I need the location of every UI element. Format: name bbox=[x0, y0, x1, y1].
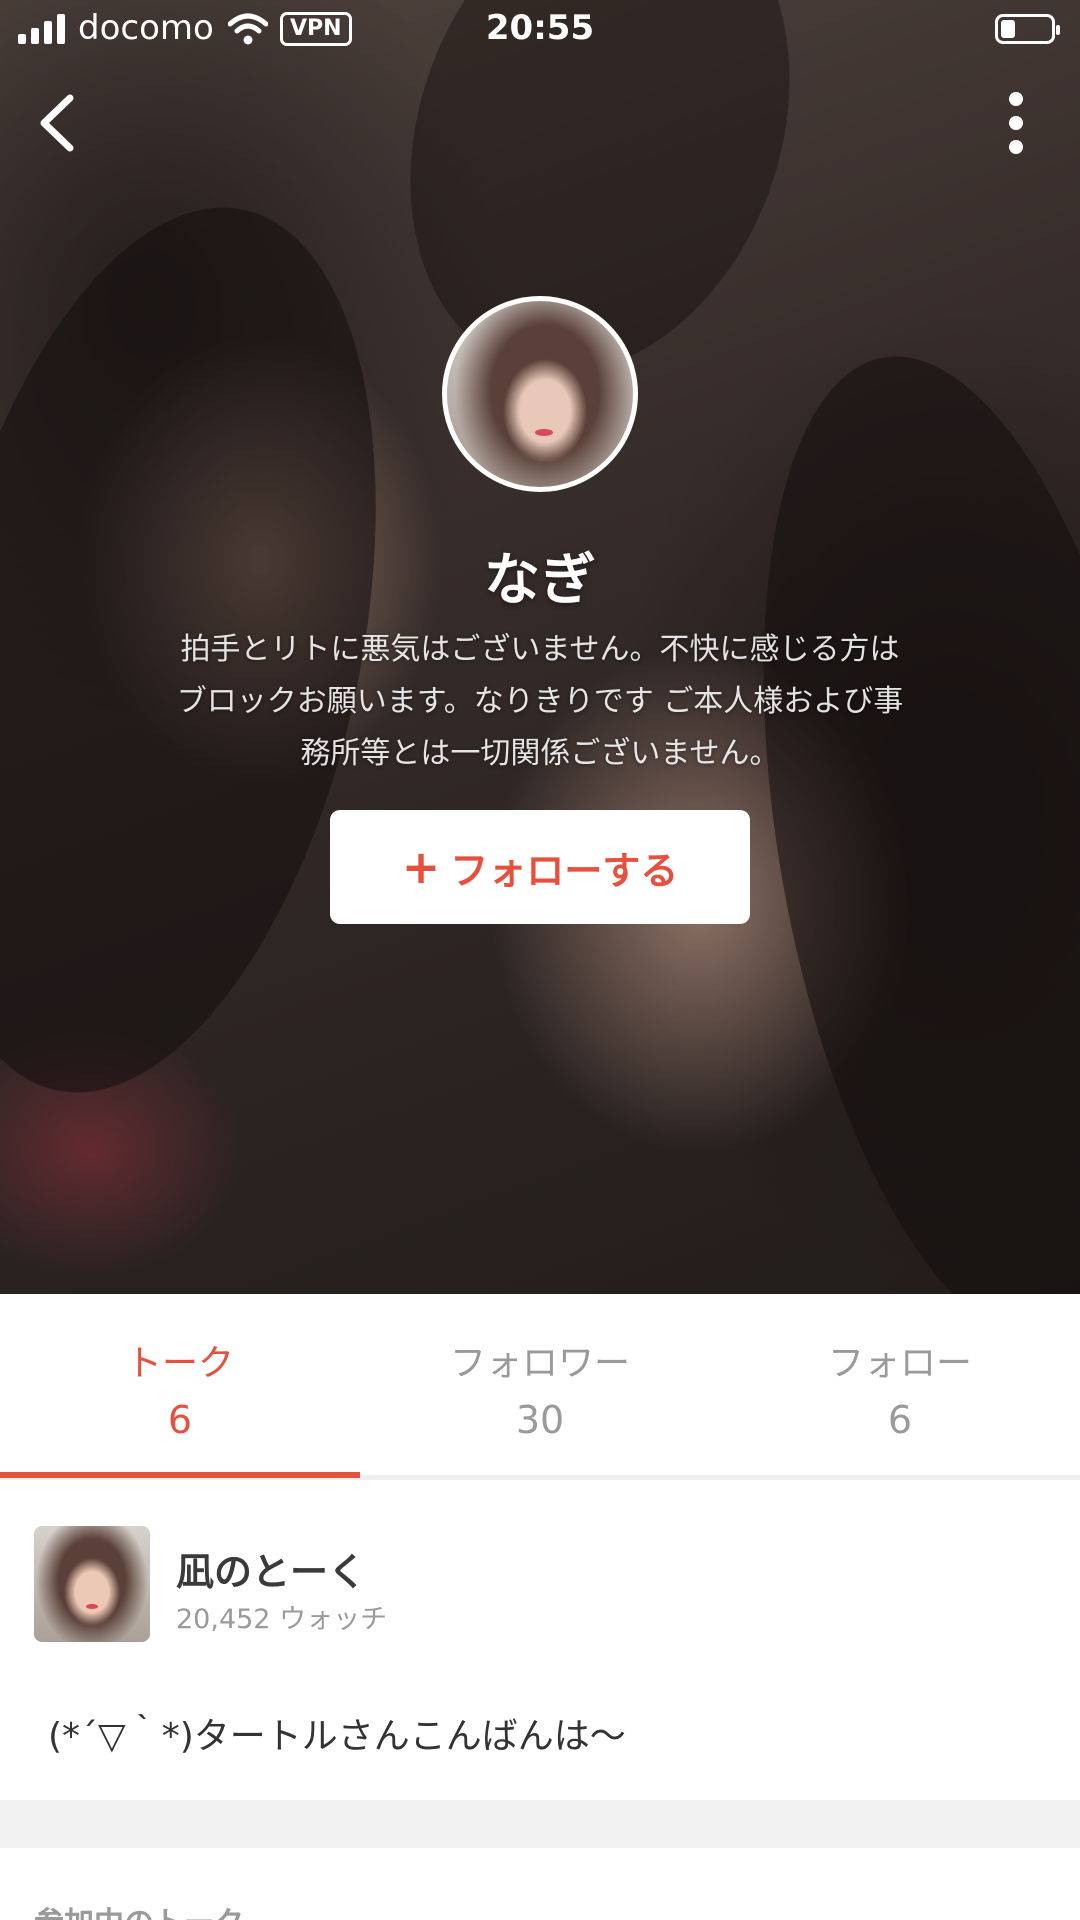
talk-thumbnail bbox=[34, 1526, 150, 1642]
tab-count: 6 bbox=[167, 1398, 193, 1442]
follow-button-label: フォローする bbox=[450, 848, 679, 893]
section-title: 参加中のトーク bbox=[34, 1898, 244, 1920]
follow-button[interactable]: + フォローする bbox=[330, 810, 750, 924]
back-chevron-icon[interactable] bbox=[28, 88, 88, 158]
profile-avatar bbox=[442, 296, 638, 492]
tab-label: フォロワー bbox=[449, 1343, 630, 1384]
tab-following[interactable]: フォロー 6 bbox=[720, 1334, 1080, 1442]
battery-icon bbox=[995, 14, 1060, 44]
bio-line: 拍手とリトに悪気はございません。不快に感じる方は bbox=[180, 632, 900, 667]
tab-talk[interactable]: トーク 6 bbox=[0, 1334, 360, 1442]
profile-screen: docomo VPN 20:55 なぎ 拍手とリトに悪気はございません。不快に感… bbox=[0, 0, 1080, 1920]
tab-followers[interactable]: フォロワー 30 bbox=[360, 1334, 720, 1442]
talk-list-item[interactable]: 凪のとーく 20,452 ウォッチ (*´▽｀*)タートルさんこんばんは〜 bbox=[0, 1485, 1080, 1800]
tab-count: 6 bbox=[887, 1398, 913, 1442]
tab-label: トーク bbox=[125, 1343, 234, 1384]
profile-bio: 拍手とリトに悪気はございません。不快に感じる方は ブロックお願います。なりきりで… bbox=[130, 624, 950, 780]
profile-name: なぎ bbox=[484, 548, 596, 613]
tab-count: 30 bbox=[515, 1398, 565, 1442]
status-bar: docomo VPN 20:55 bbox=[0, 0, 1080, 60]
active-tab-indicator bbox=[0, 1472, 360, 1478]
profile-cover-photo: docomo VPN 20:55 なぎ 拍手とリトに悪気はございません。不快に感… bbox=[0, 0, 1080, 1294]
bio-line: 務所等とは一切関係ございません。 bbox=[300, 736, 780, 771]
more-vertical-icon[interactable] bbox=[990, 88, 1042, 158]
watch-count: 20,452 bbox=[176, 1604, 271, 1635]
watch-label: ウォッチ bbox=[279, 1604, 388, 1635]
talk-title: 凪のとーく bbox=[176, 1550, 367, 1594]
plus-icon: + bbox=[401, 840, 441, 894]
profile-tabs: トーク 6 フォロワー 30 フォロー 6 bbox=[0, 1294, 1080, 1480]
tab-label: フォロー bbox=[827, 1343, 972, 1384]
talk-latest-message: (*´▽｀*)タートルさんこんばんは〜 bbox=[48, 1716, 626, 1757]
status-time: 20:55 bbox=[485, 8, 595, 48]
bio-line: ブロックお願います。なりきりです ご本人様および事 bbox=[176, 684, 904, 719]
section-divider bbox=[0, 1800, 1080, 1848]
talk-watch-count: 20,452 ウォッチ bbox=[176, 1597, 387, 1636]
